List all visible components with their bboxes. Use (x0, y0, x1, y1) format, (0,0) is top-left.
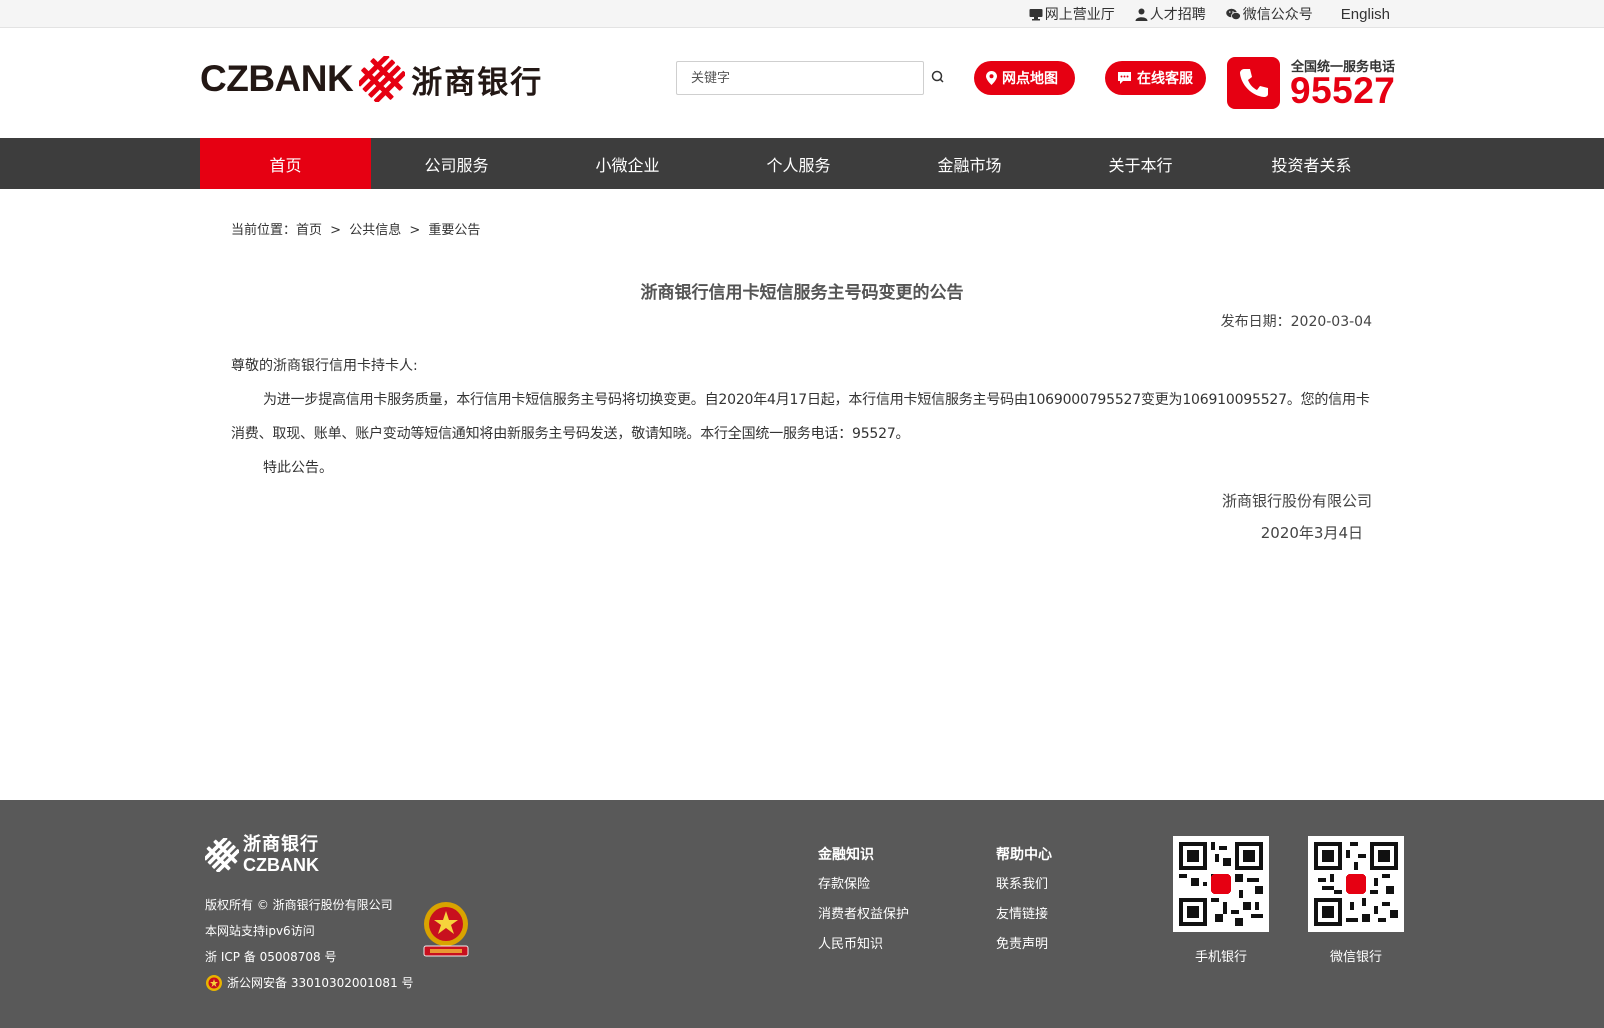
search-box (676, 61, 924, 95)
publish-date: 发布日期：2020-03-04 (1220, 314, 1372, 330)
icp-record[interactable]: 浙 ICP 备 05008708 号 (205, 944, 414, 970)
english-link[interactable]: English (1341, 6, 1390, 23)
footer-link-contact-us[interactable]: 联系我们 (996, 870, 1052, 900)
online-banking-link[interactable]: 网上营业厅 (1029, 4, 1115, 24)
main-navigation: 首页 公司服务 小微企业 个人服务 金融市场 关于本行 投资者关系 (0, 138, 1604, 189)
wechat-banking-qr-code (1308, 836, 1404, 932)
location-pin-icon (986, 71, 997, 85)
top-utility-bar: 网上营业厅 人才招聘 微信公众号 English (0, 0, 1604, 28)
nav-item-personal[interactable]: 个人服务 (713, 138, 884, 189)
qr-code-icon (1314, 842, 1398, 926)
footer-logo-chinese: 浙商银行 (243, 834, 319, 855)
online-service-button[interactable]: 在线客服 (1105, 61, 1206, 95)
nav-item-about[interactable]: 关于本行 (1055, 138, 1226, 189)
article-title: 浙商银行信用卡短信服务主号码变更的公告 (640, 283, 964, 303)
mobile-banking-label: 手机银行 (1194, 950, 1247, 965)
breadcrumb-item-public-info[interactable]: 公共信息 (349, 223, 401, 238)
footer-link-consumer-rights[interactable]: 消费者权益保护 (818, 900, 909, 930)
online-service-label: 在线客服 (1137, 71, 1193, 87)
breadcrumb-separator: > (409, 223, 421, 238)
article-closing: 特此公告。 (263, 460, 333, 476)
footer-link-friendly-links[interactable]: 友情链接 (996, 900, 1052, 930)
footer-link-deposit-insurance[interactable]: 存款保险 (818, 870, 909, 900)
footer-column-financial-knowledge: 金融知识 存款保险 消费者权益保护 人民币知识 (818, 840, 909, 960)
phone-icon (1239, 69, 1268, 97)
bank-logo[interactable]: CZBANK 浙商银行 (200, 54, 543, 104)
site-header: CZBANK 浙商银行 网点地图 在线客服 全国统一服务电话 95527 (0, 28, 1604, 138)
footer-logo-english: CZBANK (243, 855, 319, 875)
footer-col-heading[interactable]: 金融知识 (818, 840, 909, 870)
czbank-logo-mark-icon (205, 838, 239, 872)
article-paragraph: 为进一步提高信用卡服务质量，本行信用卡短信服务主号码将切换变更。自2020年4月… (231, 392, 1370, 442)
wechat-account-label: 微信公众号 (1242, 7, 1313, 23)
search-icon[interactable] (930, 69, 946, 85)
breadcrumb: 当前位置：首页 > 公共信息 > 重要公告 (231, 219, 484, 238)
branch-map-button[interactable]: 网点地图 (974, 61, 1075, 95)
person-icon (1135, 8, 1148, 21)
careers-link[interactable]: 人才招聘 (1135, 4, 1206, 24)
footer-link-disclaimer[interactable]: 免责声明 (996, 930, 1052, 960)
police-record-text: 浙公网安备 33010302001081 号 (227, 976, 414, 990)
careers-label: 人才招聘 (1149, 7, 1206, 23)
footer-col-heading[interactable]: 帮助中心 (996, 840, 1052, 870)
nav-item-small-business[interactable]: 小微企业 (542, 138, 713, 189)
chat-bubble-icon (1118, 72, 1131, 84)
copyright-text: 版权所有 © 浙商银行股份有限公司 (205, 898, 393, 912)
wechat-account-link[interactable]: 微信公众号 (1225, 4, 1313, 24)
monitor-icon (1029, 8, 1043, 20)
breadcrumb-separator: > (330, 223, 342, 238)
phone-icon-box (1227, 57, 1280, 109)
ipv6-notice: 本网站支持ipv6访问 (205, 924, 315, 938)
mobile-banking-qr-code (1173, 836, 1269, 932)
nav-item-home[interactable]: 首页 (200, 138, 371, 189)
breadcrumb-item-announcements[interactable]: 重要公告 (428, 223, 480, 238)
wechat-banking-label: 微信银行 (1329, 950, 1382, 965)
nav-item-investor-relations[interactable]: 投资者关系 (1226, 138, 1397, 189)
article-sign-date: 2020年3月4日 (1260, 524, 1363, 542)
police-badge-icon (206, 975, 222, 991)
qr-code-icon (1179, 842, 1263, 926)
article-salutation: 尊敬的浙商银行信用卡持卡人: (231, 358, 418, 374)
article-signer: 浙商银行股份有限公司 (1221, 492, 1372, 510)
footer-logo: 浙商银行 CZBANK (205, 836, 319, 874)
search-input[interactable] (677, 62, 923, 94)
police-record-row[interactable]: 浙公网安备 33010302001081 号 (205, 970, 414, 996)
breadcrumb-item-home[interactable]: 首页 (296, 223, 322, 238)
wechat-icon (1225, 8, 1241, 20)
logo-english: CZBANK (200, 58, 354, 99)
online-banking-label: 网上营业厅 (1044, 7, 1115, 23)
hotline-number: 95527 (1290, 70, 1396, 111)
utility-links: 网上营业厅 人才招聘 微信公众号 English (1029, 0, 1390, 28)
industry-commerce-badge-icon[interactable] (418, 896, 474, 962)
footer-link-rmb-knowledge[interactable]: 人民币知识 (818, 930, 909, 960)
branch-map-label: 网点地图 (1002, 71, 1058, 87)
czbank-logo-mark-icon (359, 56, 406, 102)
footer-column-help-center: 帮助中心 联系我们 友情链接 免责声明 (996, 840, 1052, 960)
nav-item-corporate[interactable]: 公司服务 (371, 138, 542, 189)
breadcrumb-prefix: 当前位置： (231, 223, 297, 238)
footer-info: 版权所有 © 浙商银行股份有限公司 本网站支持ipv6访问 浙 ICP 备 05… (205, 892, 414, 996)
site-footer: 浙商银行 CZBANK 版权所有 © 浙商银行股份有限公司 本网站支持ipv6访… (0, 800, 1604, 1028)
nav-item-financial-markets[interactable]: 金融市场 (884, 138, 1055, 189)
logo-chinese: 浙商银行 (411, 64, 544, 101)
